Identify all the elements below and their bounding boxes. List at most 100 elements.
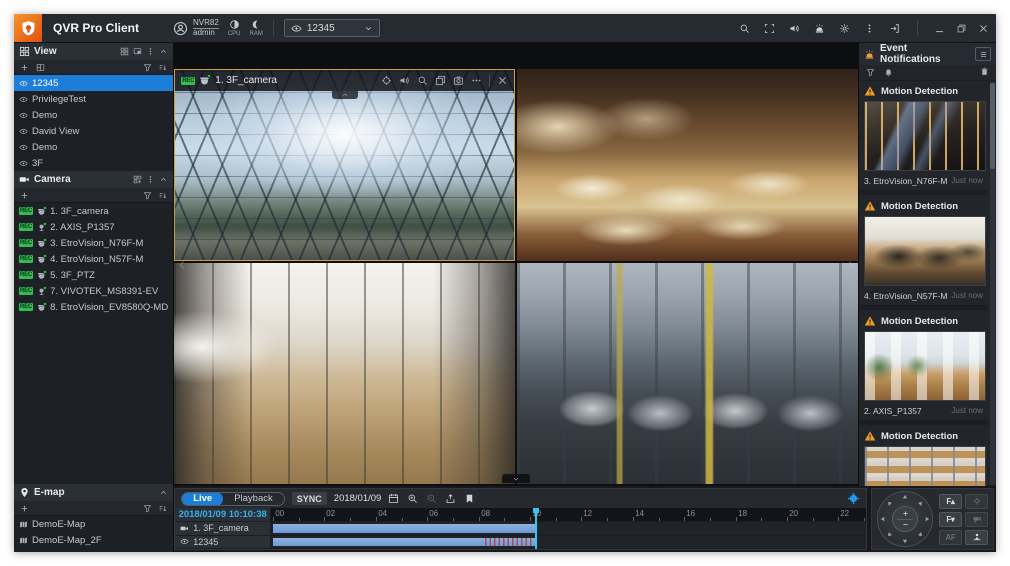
event-thumbnail[interactable]	[864, 216, 986, 286]
view-item-David View[interactable]: David View	[14, 123, 173, 139]
view-sort-button[interactable]	[158, 63, 167, 72]
tile-search-button[interactable]	[417, 75, 428, 86]
view-item-Demo[interactable]: Demo	[14, 107, 173, 123]
ptz-up-arrow[interactable]	[902, 493, 909, 504]
ptz-direction-pad[interactable]	[877, 491, 933, 547]
camera-chevron-up-button[interactable]	[159, 175, 168, 184]
window-close-button[interactable]	[972, 14, 994, 42]
timeline-zoom-in-button[interactable]	[407, 493, 418, 504]
camera-item[interactable]: REC4. EtroVision_N57F-M	[14, 251, 173, 267]
ptz-up-right-arrow[interactable]	[913, 498, 926, 511]
camera-item[interactable]: REC3. EtroVision_N76F-M	[14, 235, 173, 251]
zoom-out-button[interactable]	[902, 519, 909, 529]
video-tile-restaurant[interactable]	[517, 69, 858, 261]
more-v-button[interactable]	[857, 14, 882, 42]
event-list-view-button[interactable]	[975, 47, 991, 61]
window-restore-button[interactable]	[950, 14, 972, 42]
tile-snapshot-button[interactable]	[453, 75, 464, 86]
emap-chevron-up-button[interactable]	[159, 488, 168, 497]
camera-sort-button[interactable]	[158, 191, 167, 200]
event-card[interactable]: Motion Detection4. EtroVision_N57F-MJust…	[859, 196, 988, 310]
timeline-calendar-button[interactable]	[388, 493, 399, 504]
ptz-down-right-arrow[interactable]	[913, 527, 926, 540]
tile-toolbar-collapse-handle[interactable]	[332, 91, 358, 99]
timeline-bookmark-button[interactable]	[464, 493, 475, 504]
view-selector-dropdown[interactable]: 12345	[284, 19, 380, 37]
ptz-focus-far-button[interactable]: F▾	[939, 512, 962, 527]
timeline-row-label[interactable]: 12345	[175, 536, 271, 550]
emap-item[interactable]: DemoE-Map_2F	[14, 532, 173, 548]
camera-section-header[interactable]: Camera	[14, 171, 173, 188]
emap-sort-button[interactable]	[158, 504, 167, 513]
live-tab[interactable]: Live	[182, 492, 223, 506]
video-tile-parking[interactable]	[517, 263, 858, 484]
ptz-down-arrow[interactable]	[902, 535, 909, 546]
camera-item[interactable]: REC1. 3F_camera	[14, 203, 173, 219]
view-grid-button[interactable]	[120, 47, 129, 56]
tile-cascade-button[interactable]	[435, 75, 446, 86]
view-chevron-up-button[interactable]	[159, 47, 168, 56]
ptz-auto-tour-button[interactable]	[965, 530, 988, 545]
video-tile-store[interactable]	[174, 263, 515, 484]
ptz-up-left-arrow[interactable]	[884, 498, 897, 511]
view-layout-button[interactable]	[36, 63, 45, 72]
camera-item[interactable]: REC5. 3F_PTZ	[14, 267, 173, 283]
settings-button[interactable]	[832, 14, 857, 42]
tile-more-h-button[interactable]	[471, 75, 482, 86]
prev-view-button[interactable]	[176, 253, 188, 277]
ptz-ptz-camera-button[interactable]	[965, 512, 988, 527]
scrollbar-thumb[interactable]	[990, 83, 995, 169]
view-item-12345[interactable]: 12345	[14, 75, 173, 91]
next-view-button[interactable]	[844, 253, 856, 277]
camera-more-v-button[interactable]	[146, 175, 155, 184]
timeline-playhead[interactable]	[535, 508, 537, 549]
timeline-zoom-out-button[interactable]	[426, 493, 437, 504]
emap-section-header[interactable]: E-map	[14, 484, 173, 501]
ptz-left-arrow[interactable]	[879, 516, 890, 523]
camera-item[interactable]: REC8. EtroVision_EV8580Q-MD	[14, 299, 173, 315]
timeline-track[interactable]	[271, 536, 866, 550]
user-account[interactable]: NVR82 admin	[173, 19, 219, 38]
window-minimize-button[interactable]	[928, 14, 950, 42]
event-thumbnail[interactable]	[864, 446, 986, 486]
event-funnel-button[interactable]	[866, 68, 875, 77]
camera-plus-button[interactable]	[20, 191, 29, 200]
timeline-date[interactable]: 2018/01/09	[334, 493, 382, 504]
event-thumbnail[interactable]	[864, 101, 986, 171]
view-item-3F[interactable]: 3F	[14, 155, 173, 171]
view-item-Demo[interactable]: Demo	[14, 139, 173, 155]
locate-playhead-button[interactable]	[847, 492, 860, 505]
search-button[interactable]	[732, 14, 757, 42]
alarm-button[interactable]	[807, 14, 832, 42]
playback-tab[interactable]: Playback	[223, 492, 284, 506]
event-scrollbar[interactable]	[990, 82, 995, 485]
ram-gauge[interactable]: RAM	[249, 19, 262, 37]
timeline-track[interactable]	[271, 522, 866, 536]
zoom-in-button[interactable]	[902, 509, 909, 519]
tile-ptz-target-button[interactable]	[381, 75, 392, 86]
event-card[interactable]: Motion Detection3. EtroVision_N76F-MJust…	[859, 81, 988, 195]
camera-funnel-button[interactable]	[143, 191, 152, 200]
emap-plus-button[interactable]	[20, 504, 29, 513]
ptz-right-arrow[interactable]	[921, 516, 932, 523]
event-thumbnail[interactable]	[864, 331, 986, 401]
timeline-ruler[interactable]: 000204060810121416182022	[271, 508, 866, 522]
timeline-export-button[interactable]	[445, 493, 456, 504]
timeline-collapse-handle[interactable]	[502, 474, 530, 483]
emap-funnel-button[interactable]	[143, 504, 152, 513]
camera-item[interactable]: REC7. VIVOTEK_MS8391-EV	[14, 283, 173, 299]
view-more-v-button[interactable]	[146, 47, 155, 56]
event-trash-button[interactable]	[980, 67, 989, 76]
ptz-autofocus-button[interactable]: AF	[939, 530, 962, 545]
camera-item[interactable]: REC2. AXIS_P1357	[14, 219, 173, 235]
tile-close-button[interactable]	[497, 75, 508, 86]
camera-camgrid-button[interactable]	[133, 175, 142, 184]
ptz-down-left-arrow[interactable]	[884, 527, 897, 540]
view-monitor-button[interactable]	[133, 47, 142, 56]
timeline-row-label[interactable]: 1. 3F_camera	[175, 522, 271, 536]
logout-button[interactable]	[882, 14, 907, 42]
sync-button[interactable]: SYNC	[292, 492, 327, 505]
event-card[interactable]: Motion Detection4. EtroVision_N57F-MJust…	[859, 426, 988, 486]
fullscreen-button[interactable]	[757, 14, 782, 42]
emap-item[interactable]: DemoE-Map	[14, 516, 173, 532]
